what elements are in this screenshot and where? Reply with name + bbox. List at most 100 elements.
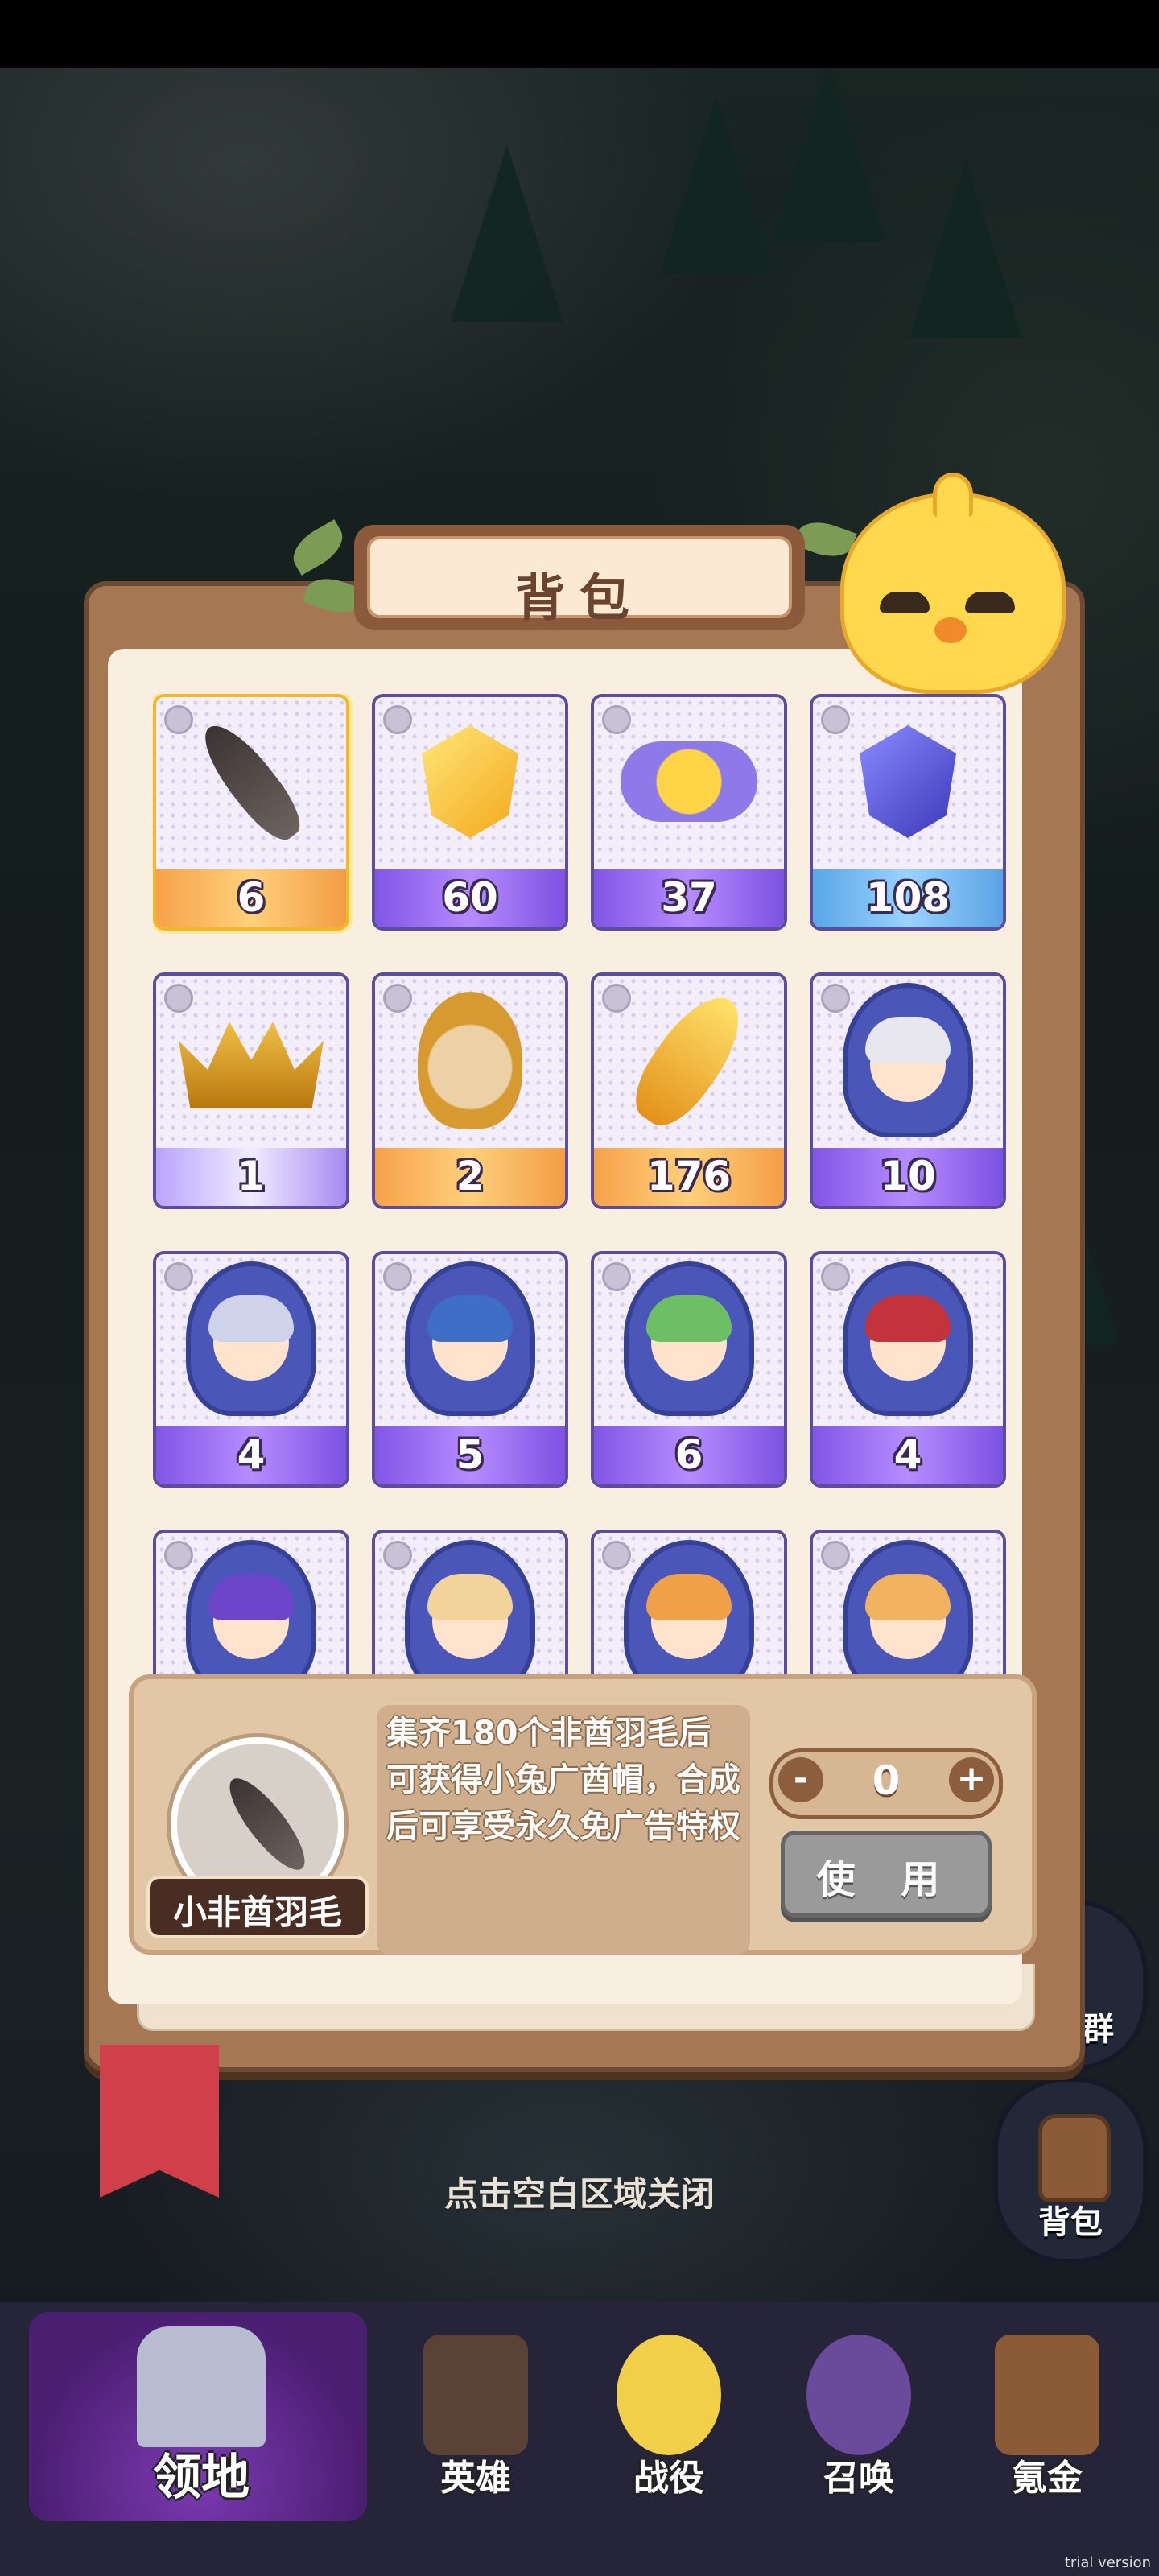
- use-button-label: 使 用: [816, 1857, 956, 1902]
- item-count-bar: 4: [813, 1426, 1003, 1484]
- castle-icon: [137, 2326, 266, 2447]
- item-slot[interactable]: 108: [810, 694, 1006, 931]
- candy-icon: [621, 741, 757, 822]
- chick-mascot: [840, 473, 1066, 694]
- item-count: 37: [661, 874, 717, 921]
- item-slot[interactable]: 37: [591, 694, 787, 931]
- item-count-bar: 176: [594, 1148, 784, 1206]
- item-count: 6: [674, 1431, 703, 1478]
- close-hint[interactable]: 点击空白区域关闭: [0, 2167, 1159, 2216]
- star-icon: [821, 705, 850, 734]
- increase-button[interactable]: +: [949, 1757, 994, 1802]
- item-slot[interactable]: [591, 1530, 787, 1674]
- item-slot[interactable]: 4: [810, 1251, 1006, 1488]
- hero-hair: [646, 1295, 732, 1342]
- hero-hair: [427, 1295, 513, 1342]
- nav-heroes[interactable]: 英雄: [383, 2318, 568, 2512]
- status-bar: [0, 0, 1159, 68]
- nav-label-campaign: 战役: [633, 2458, 704, 2499]
- star-icon: [164, 1541, 193, 1570]
- star-icon: [602, 1541, 631, 1570]
- hero-book-icon: [423, 2334, 528, 2455]
- item-count: 60: [442, 874, 498, 921]
- hero-hair: [865, 1295, 951, 1342]
- hero-shard-icon: [843, 983, 973, 1137]
- item-name-tag: 小非酋羽毛: [146, 1876, 369, 1938]
- hero-hair: [427, 1574, 513, 1620]
- item-description: 集齐180个非酋羽毛后可获得小兔广酋帽，合成后可享受永久免广告特权: [386, 1715, 740, 1845]
- item-count-bar: 4: [156, 1426, 346, 1484]
- item-count-bar: 108: [813, 869, 1003, 927]
- nav-summon[interactable]: 召唤: [766, 2318, 951, 2512]
- star-icon: [164, 984, 193, 1013]
- hero-shard-icon: [405, 1261, 535, 1416]
- star-icon: [821, 1541, 850, 1570]
- panel-title: 背包: [514, 568, 644, 627]
- panel-title-inner: 背包: [367, 536, 792, 627]
- hero-hair: [865, 1017, 951, 1063]
- star-icon: [602, 1262, 631, 1291]
- item-count: 10: [880, 1153, 936, 1199]
- item-slot[interactable]: 6: [153, 694, 349, 931]
- item-count-bar: 5: [375, 1426, 565, 1484]
- star-icon: [383, 1262, 412, 1291]
- decrease-button[interactable]: -: [778, 1757, 823, 1802]
- hero-shard-icon: [843, 1261, 973, 1416]
- nav-campaign[interactable]: 战役: [576, 2318, 761, 2512]
- item-slot[interactable]: 176: [591, 972, 787, 1209]
- item-slot[interactable]: 10: [810, 972, 1006, 1209]
- item-count: 108: [865, 874, 951, 921]
- chick-eye: [965, 592, 1015, 613]
- item-slot[interactable]: 60: [372, 694, 568, 931]
- star-icon: [383, 1541, 412, 1570]
- item-slot[interactable]: 1: [153, 972, 349, 1209]
- star-icon: [164, 1262, 193, 1291]
- item-slot[interactable]: [810, 1530, 1006, 1674]
- hero-hair: [208, 1295, 294, 1342]
- nav-label-summon: 召唤: [823, 2458, 894, 2499]
- nav-shop[interactable]: 氪金: [955, 2318, 1140, 2512]
- hero-hair: [865, 1574, 951, 1620]
- star-icon: [383, 984, 412, 1013]
- item-count: 2: [456, 1153, 485, 1199]
- star-icon: [164, 705, 193, 734]
- item-description-box: 集齐180个非酋羽毛后可获得小兔广酋帽，合成后可享受永久免广告特权: [377, 1705, 750, 1955]
- hero-hair: [208, 1574, 294, 1620]
- item-count-bar: 6: [156, 869, 346, 927]
- feather-icon: [218, 1769, 316, 1880]
- hero-hair: [646, 1574, 732, 1620]
- item-grid[interactable]: 6 60 37 108 1 2 176 10 4 5 6 4: [153, 694, 1006, 1674]
- item-count-bar: 2: [375, 1148, 565, 1206]
- nav-label-territory: 领地: [153, 2450, 250, 2506]
- item-count: 5: [456, 1431, 485, 1478]
- summon-circle-icon: [806, 2334, 911, 2455]
- hero-frame-icon: [418, 992, 522, 1129]
- nav-territory[interactable]: 领地: [105, 2302, 298, 2520]
- item-count-bar: 10: [813, 1148, 1003, 1206]
- treasure-chest-icon: [995, 2334, 1099, 2455]
- item-count: 4: [893, 1431, 922, 1478]
- item-count: 1: [237, 1153, 266, 1199]
- item-count-bar: 37: [594, 869, 784, 927]
- item-slot[interactable]: 6: [591, 1251, 787, 1488]
- item-slot[interactable]: [153, 1530, 349, 1674]
- quantity-stepper: - 0 +: [769, 1748, 1003, 1819]
- item-slot[interactable]: 2: [372, 972, 568, 1209]
- use-button[interactable]: 使 用: [781, 1831, 992, 1918]
- item-count-bar: 60: [375, 869, 565, 927]
- nav-label-heroes: 英雄: [440, 2458, 511, 2499]
- item-slot[interactable]: 5: [372, 1251, 568, 1488]
- star-icon: [821, 984, 850, 1013]
- chick-beak: [934, 617, 967, 643]
- nav-label-shop: 氪金: [1012, 2458, 1083, 2499]
- item-slot[interactable]: [372, 1530, 568, 1674]
- item-count: 176: [646, 1153, 732, 1199]
- chick-tuft: [933, 473, 973, 517]
- chick-sword-icon: [617, 2334, 721, 2455]
- item-count-bar: 6: [594, 1426, 784, 1484]
- star-icon: [602, 984, 631, 1013]
- hero-shard-icon: [186, 1261, 316, 1416]
- item-count-bar: 1: [156, 1148, 346, 1206]
- star-icon: [602, 705, 631, 734]
- item-slot[interactable]: 4: [153, 1251, 349, 1488]
